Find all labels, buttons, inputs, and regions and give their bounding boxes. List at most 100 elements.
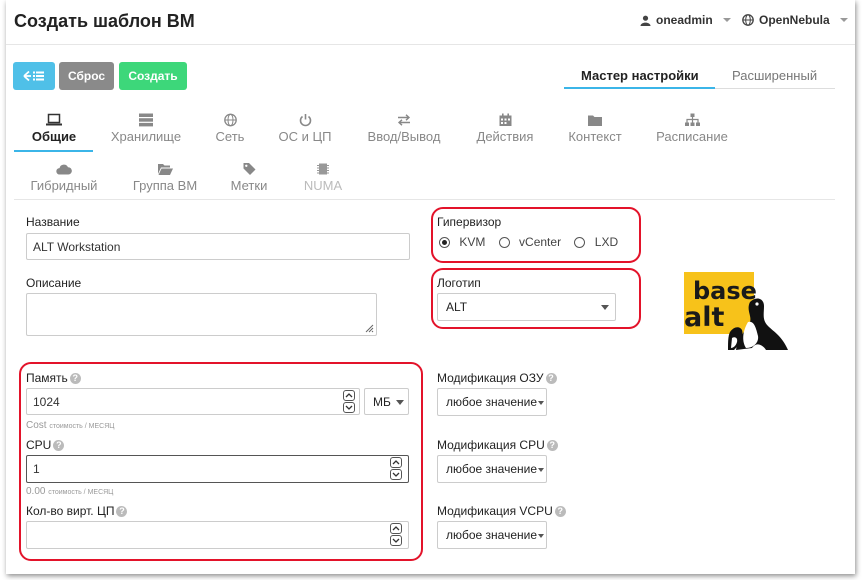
help-icon[interactable]: ? [545, 373, 557, 385]
memory-unit-value: МБ [373, 394, 391, 409]
mode-wizard-tab[interactable]: Мастер настройки [581, 68, 699, 83]
mod-cpu-label: Модификация CPU? [437, 438, 558, 452]
mod-vcpu-label: Модификация VCPU? [437, 504, 566, 518]
tab-label: Группа ВМ [132, 178, 198, 193]
tab-label: Гибридный [30, 178, 98, 193]
tabs-divider [14, 199, 835, 200]
page-title: Создать шаблон ВМ [14, 11, 195, 31]
name-input[interactable]: ALT Workstation [26, 233, 410, 260]
chevron-down-icon [722, 18, 731, 22]
zone-name: OpenNebula [759, 13, 830, 27]
radio-lxd-label: LXD [594, 235, 619, 249]
chevron-down-icon [839, 18, 848, 22]
cpu-cost: 0.00 стоимость / МЕСЯЦ [26, 486, 113, 497]
tab-numa[interactable]: NUMA [298, 161, 348, 193]
spin-up-icon[interactable] [343, 390, 355, 401]
mod-memory-label-text: Модификация ОЗУ [437, 371, 544, 385]
tab-hybrid[interactable]: Гибридный [28, 161, 100, 193]
tab-label: Ввод/Вывод [367, 129, 441, 144]
tab-context[interactable]: Контекст [564, 112, 626, 144]
tab-schedule[interactable]: Расписание [652, 112, 732, 144]
spin-up-icon[interactable] [390, 457, 402, 468]
help-icon[interactable]: ? [546, 440, 558, 452]
mod-memory-label: Модификация ОЗУ? [437, 371, 557, 385]
cloud-icon [56, 164, 72, 175]
help-icon[interactable]: ? [53, 440, 65, 452]
zone-menu[interactable]: OpenNebula [742, 13, 848, 27]
reset-button[interactable]: Сброс [59, 62, 114, 90]
mod-vcpu-select[interactable]: любое значение [437, 521, 547, 549]
mode-advanced-tab[interactable]: Расширенный [732, 68, 817, 83]
create-button[interactable]: Создать [119, 62, 187, 90]
chevron-down-icon [538, 468, 544, 472]
description-textarea[interactable] [26, 293, 377, 336]
cpu-spinner[interactable] [390, 457, 402, 481]
chevron-down-icon [601, 305, 609, 310]
tab-actions[interactable]: Действия [472, 112, 538, 144]
window: Создать шаблон ВМ oneadmin OpenNebula Сб… [6, 0, 855, 574]
tab-label: Действия [476, 129, 534, 144]
tab-label: Хранилище [110, 129, 182, 144]
calendar-icon [499, 113, 511, 126]
resize-handle-icon[interactable] [365, 324, 374, 333]
tab-os-cpu[interactable]: ОС и ЦП [274, 112, 336, 144]
hypervisor-label: Гипервизор [437, 215, 502, 229]
mod-cpu-label-text: Модификация CPU [437, 438, 545, 452]
description-label: Описание [26, 276, 82, 290]
memory-spinner[interactable] [343, 390, 355, 414]
spin-down-icon[interactable] [390, 535, 402, 546]
tab-label: Общие [31, 129, 77, 144]
tab-io[interactable]: Ввод/Вывод [362, 112, 446, 144]
chip-icon [317, 163, 329, 175]
spin-down-icon[interactable] [390, 469, 402, 480]
laptop-icon [46, 113, 62, 126]
logo-text-alt: alt [684, 302, 725, 333]
back-button[interactable] [13, 62, 55, 90]
storage-icon [139, 113, 153, 127]
tab-active-underline [14, 150, 93, 152]
folder-icon [588, 115, 602, 126]
chevron-down-icon [396, 400, 404, 405]
header-divider [6, 44, 855, 45]
mod-cpu-select[interactable]: любое значение [437, 455, 547, 483]
cpu-cost-unit: стоимость / МЕСЯЦ [48, 489, 114, 496]
seal-mascot-icon [728, 298, 788, 350]
chevron-down-icon [538, 401, 544, 405]
alt-logo: base alt [684, 272, 790, 352]
tab-storage[interactable]: Хранилище [106, 112, 186, 144]
spin-up-icon[interactable] [390, 523, 402, 534]
tab-label: Метки [230, 178, 268, 193]
radio-kvm-label: KVM [459, 235, 486, 249]
sitemap-icon [684, 113, 700, 126]
memory-cost: Cost стоимость / МЕСЯЦ [26, 420, 114, 431]
tab-network[interactable]: Сеть [209, 112, 251, 144]
radio-lxd[interactable] [574, 237, 586, 249]
memory-unit-select[interactable]: МБ [364, 388, 409, 415]
help-icon[interactable]: ? [554, 506, 566, 518]
spin-down-icon[interactable] [343, 402, 355, 413]
memory-input[interactable]: 1024 [26, 388, 360, 415]
tab-general[interactable]: Общие [24, 112, 84, 144]
user-menu[interactable]: oneadmin [640, 13, 731, 27]
radio-vcenter[interactable] [498, 237, 510, 249]
chevron-down-icon [538, 534, 544, 538]
mod-memory-select[interactable]: любое значение [437, 388, 547, 416]
vcpu-input[interactable] [26, 521, 409, 549]
vcpu-label: Кол-во вирт. ЦП? [26, 504, 128, 518]
help-icon[interactable]: ? [116, 506, 128, 518]
logo-select[interactable]: ALT [437, 293, 616, 321]
cpu-cost-value: 0.00 [26, 486, 46, 497]
memory-value: 1024 [33, 394, 60, 409]
cpu-label-text: CPU [26, 438, 52, 452]
power-icon [299, 114, 311, 127]
cpu-input[interactable]: 1 [26, 455, 409, 483]
tab-labels[interactable]: Метки [224, 161, 274, 193]
mod-cpu-value: любое значение [446, 462, 538, 476]
memory-label: Память? [26, 371, 81, 385]
tab-vm-group[interactable]: Группа ВМ [126, 161, 204, 193]
vcpu-spinner[interactable] [390, 523, 402, 547]
mod-vcpu-label-text: Модификация VCPU [437, 504, 553, 518]
radio-kvm[interactable] [439, 237, 450, 249]
help-icon[interactable]: ? [69, 373, 81, 385]
list-back-icon [23, 70, 44, 82]
